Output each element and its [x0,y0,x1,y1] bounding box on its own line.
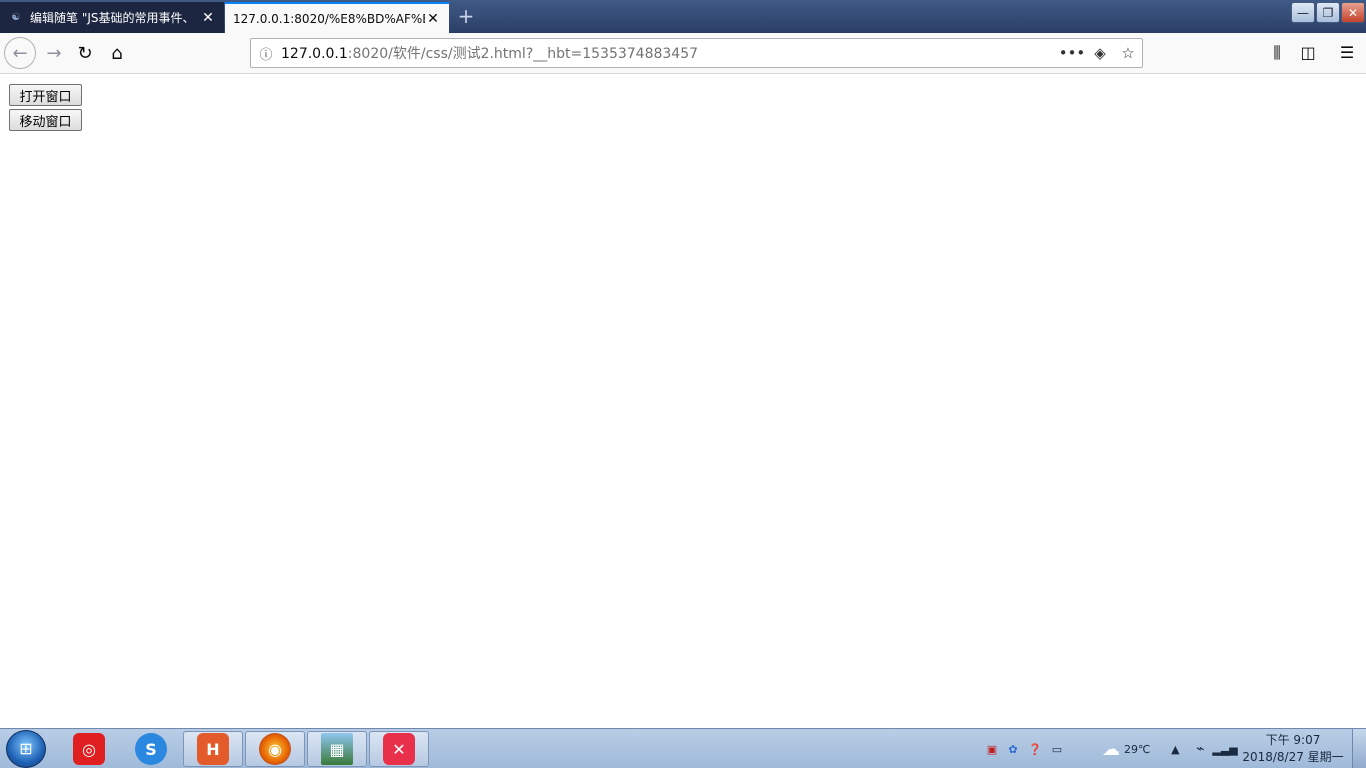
system-tray: ▣ ✿ ❓ ▭ ☁ 29℃ ▲ ⌁ ▂▃▅ [982,729,1238,768]
url-host: 127.0.0.1 [281,46,348,62]
site-favicon-icon: ☯ [11,12,21,23]
weather-cloud-icon[interactable]: ☁ [1098,739,1124,760]
close-window-icon[interactable]: ✕ [1341,2,1365,23]
close-tab-icon[interactable]: ✕ [200,10,216,26]
tab-localhost[interactable]: 127.0.0.1:8020/%E8%BD%AF%E4 ✕ [225,2,449,33]
move-window-button[interactable]: 移动窗口 [9,109,82,131]
clock-time: 下午 9:07 [1265,733,1321,747]
window-controls: — ❐ ✕ [1290,2,1365,24]
clock-date: 2018/8/27 星期一 [1242,750,1344,764]
url-text[interactable]: 127.0.0.1:8020/软件/css/测试2.html?__hbt=153… [281,43,1058,63]
tab-title: 编辑随笔 "JS基础的常用事件、 [30,11,195,25]
library-icon[interactable]: ⫼ [1264,41,1290,67]
taskbar-app-xmind[interactable]: ✕ [369,731,429,767]
page-actions-icon[interactable]: ••• [1058,44,1086,62]
restore-icon[interactable]: ❐ [1316,2,1340,23]
sogou-browser-icon: S [135,733,167,765]
nav-toolbar: ← → ↻ ⌂ ⓘ 127.0.0.1:8020/软件/css/测试2.html… [0,33,1366,74]
menu-icon[interactable]: ☰ [1334,41,1360,67]
close-tab-icon[interactable]: ✕ [425,11,441,27]
back-arrow-icon[interactable]: ← [4,37,36,69]
weather-temp: 29℃ [1124,742,1151,756]
windows-logo-icon: ⊞ [19,739,33,758]
power-plug-icon[interactable]: ⌁ [1188,741,1212,757]
firefox-icon: ◉ [259,733,291,765]
taskbar-clock[interactable]: 下午 9:07 2018/8/27 星期一 [1240,732,1346,766]
hbuilder-icon: H [197,733,229,765]
tray-paw-icon[interactable]: ✿ [1002,743,1024,756]
url-bar[interactable]: ⓘ 127.0.0.1:8020/软件/css/测试2.html?__hbt=1… [250,38,1143,68]
tab-title: 127.0.0.1:8020/%E8%BD%AF%E4 [233,11,425,26]
page-content: 打开窗口 移动窗口 [0,75,1366,728]
new-tab-icon[interactable]: + [452,4,480,30]
url-path: :8020/软件/css/测试2.html?__hbt=153537488345… [347,46,699,62]
tray-app-icon[interactable]: ▣ [982,743,1002,756]
taskbar-app-firefox[interactable]: ◉ [245,731,305,767]
open-window-button[interactable]: 打开窗口 [9,84,82,106]
pocket-icon[interactable]: ◈ [1086,44,1114,62]
home-icon[interactable]: ⌂ [103,39,131,67]
site-info-icon[interactable]: ⓘ [251,44,281,63]
bookmark-star-icon[interactable]: ☆ [1114,44,1142,62]
help-icon[interactable]: ❓ [1024,743,1046,756]
photo-viewer-icon: ▦ [321,733,353,765]
taskbar-app-netease-music[interactable]: ◎ [59,731,119,767]
tray-display-icon[interactable]: ▭ [1046,743,1068,756]
xmind-icon: ✕ [383,733,415,765]
taskbar: ⊞ ◎ S H ◉ ▦ ✕ ▣ ✿ ❓ ▭ ☁ 29℃ ▲ ⌁ ▂▃▅ 下午 9… [0,728,1366,768]
start-button[interactable]: ⊞ [6,730,46,768]
network-signal-icon[interactable]: ▂▃▅ [1212,743,1237,756]
tab-strip: ☯ 编辑随笔 "JS基础的常用事件、 ✕ 127.0.0.1:8020/%E8%… [0,0,1366,33]
taskbar-app-hbuilder[interactable]: H [183,731,243,767]
sidebar-icon[interactable]: ◫ [1295,41,1321,67]
reload-icon[interactable]: ↻ [71,39,99,67]
show-hidden-icons-icon[interactable]: ▲ [1162,743,1188,756]
minimize-icon[interactable]: — [1291,2,1315,23]
netease-music-icon: ◎ [73,733,105,765]
show-desktop-button[interactable] [1352,729,1366,768]
taskbar-app-sogou[interactable]: S [121,731,181,767]
forward-arrow-icon[interactable]: → [40,39,68,67]
taskbar-app-photo-viewer[interactable]: ▦ [307,731,367,767]
tab-edit-post[interactable]: ☯ 编辑随笔 "JS基础的常用事件、 ✕ [0,2,224,33]
